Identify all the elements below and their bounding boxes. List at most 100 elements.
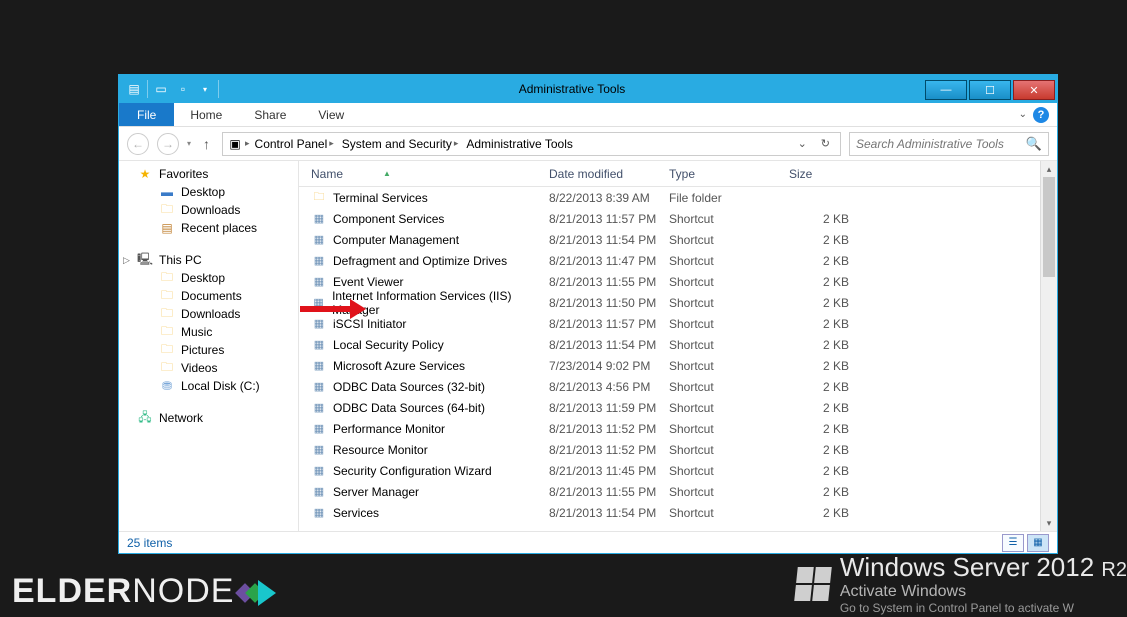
list-item[interactable]: ▦Internet Information Services (IIS) Man… [299,292,1057,313]
address-dropdown-icon[interactable]: ⌄ [792,137,813,150]
content-pane: Name▲ Date modified Type Size 🗀Terminal … [299,161,1057,531]
back-button[interactable]: ← [127,133,149,155]
list-item[interactable]: ▦Component Services8/21/2013 11:57 PMSho… [299,208,1057,229]
file-type: Shortcut [669,422,789,436]
breadcrumb[interactable]: Control Panel ▸ [252,137,337,151]
breadcrumb[interactable]: Administrative Tools [463,137,576,151]
sidebar-item-local-disk[interactable]: ⛃Local Disk (C:) [119,377,298,395]
scroll-down-icon[interactable]: ▾ [1041,515,1057,531]
column-size[interactable]: Size [789,167,859,181]
file-type: Shortcut [669,317,789,331]
tab-view[interactable]: View [302,103,360,126]
file-name: Event Viewer [333,275,403,289]
details-view-button[interactable]: ☰ [1002,534,1024,552]
search-box[interactable]: 🔍 [849,132,1049,156]
qat-dropdown-icon[interactable]: ▾ [196,80,214,98]
tree-caret-icon[interactable]: ▷ [123,255,130,266]
file-icon: ▦ [311,505,327,521]
file-size: 2 KB [789,338,859,352]
videos-icon: 🗀 [159,360,175,376]
ribbon-expand-icon[interactable]: ⌄ [1019,109,1027,120]
sidebar-item-downloads[interactable]: 🗀Downloads [119,305,298,323]
history-dropdown-icon[interactable]: ▾ [187,139,191,148]
file-icon: ▦ [311,232,327,248]
file-tab[interactable]: File [119,103,174,126]
properties-icon[interactable]: ▭ [152,80,170,98]
breadcrumb[interactable]: System and Security ▸ [339,137,462,151]
column-type[interactable]: Type [669,167,789,181]
list-item[interactable]: ▦Defragment and Optimize Drives8/21/2013… [299,250,1057,271]
tab-home[interactable]: Home [174,103,238,126]
file-date: 7/23/2014 9:02 PM [549,359,669,373]
list-item[interactable]: ▦Server Manager8/21/2013 11:55 PMShortcu… [299,481,1057,502]
eldernode-mark-icon [234,578,274,608]
sidebar-item-documents[interactable]: 🗀Documents [119,287,298,305]
list-item[interactable]: 🗀Terminal Services8/22/2013 8:39 AMFile … [299,187,1057,208]
file-icon: ▦ [311,295,326,311]
file-icon: ▦ [311,337,327,353]
file-size: 2 KB [789,422,859,436]
tab-share[interactable]: Share [238,103,302,126]
desktop-icon: ▬ [159,184,175,200]
file-size: 2 KB [789,296,859,310]
file-date: 8/22/2013 8:39 AM [549,191,669,205]
sidebar-item-music[interactable]: 🗀Music [119,323,298,341]
sidebar-item-recent[interactable]: ▤Recent places [119,219,298,237]
disk-icon: ⛃ [159,378,175,394]
scroll-up-icon[interactable]: ▴ [1041,161,1057,177]
crumb-sep-icon[interactable]: ▸ [245,138,250,149]
file-date: 8/21/2013 11:54 PM [549,338,669,352]
search-icon[interactable]: 🔍 [1026,136,1042,152]
list-item[interactable]: ▦ODBC Data Sources (32-bit)8/21/2013 4:5… [299,376,1057,397]
column-date[interactable]: Date modified [549,167,669,181]
list-item[interactable]: ▦Security Configuration Wizard8/21/2013 … [299,460,1057,481]
sidebar-this-pc[interactable]: ▷🖳This PC [119,251,298,269]
sidebar-item-desktop[interactable]: ▬Desktop [119,183,298,201]
sidebar-item-desktop[interactable]: 🗀Desktop [119,269,298,287]
file-name: Terminal Services [333,191,428,205]
file-type: Shortcut [669,338,789,352]
minimize-button[interactable]: — [925,80,967,100]
list-item[interactable]: ▦Computer Management8/21/2013 11:54 PMSh… [299,229,1057,250]
recent-icon: ▤ [159,220,175,236]
forward-button[interactable]: → [157,133,179,155]
list-item[interactable]: ▦ODBC Data Sources (64-bit)8/21/2013 11:… [299,397,1057,418]
icons-view-button[interactable]: ▦ [1027,534,1049,552]
sidebar-network[interactable]: 🖧Network [119,409,298,427]
pc-icon: 🖳 [137,252,153,268]
list-item[interactable]: ▦ Local Security Policy 8/21/2013 11:54 PM… [299,334,1057,355]
file-name: Microsoft Azure Services [333,359,465,373]
titlebar[interactable]: ▤ ▭ ▫ ▾ Administrative Tools — ☐ ✕ [119,75,1057,103]
address-bar[interactable]: ▣ ▸ Control Panel ▸ System and Security … [222,132,841,156]
location-icon: ▣ [227,136,243,152]
file-date: 8/21/2013 11:54 PM [549,233,669,247]
new-folder-icon[interactable]: ▫ [174,80,192,98]
list-item[interactable]: ▦Microsoft Azure Services7/23/2014 9:02 … [299,355,1057,376]
sidebar-item-downloads[interactable]: 🗀Downloads [119,201,298,219]
file-date: 8/21/2013 11:55 PM [549,275,669,289]
maximize-button[interactable]: ☐ [969,80,1011,100]
list-item[interactable]: ▦Resource Monitor8/21/2013 11:52 PMShort… [299,439,1057,460]
refresh-icon[interactable]: ↻ [815,137,836,150]
up-button[interactable]: ↑ [199,136,214,152]
file-date: 8/21/2013 11:55 PM [549,485,669,499]
column-name[interactable]: Name▲ [299,167,549,181]
list-item[interactable]: ▦Performance Monitor8/21/2013 11:52 PMSh… [299,418,1057,439]
music-icon: 🗀 [159,324,175,340]
close-button[interactable]: ✕ [1013,80,1055,100]
file-size: 2 KB [789,464,859,478]
scroll-thumb[interactable] [1043,177,1055,277]
list-item[interactable]: ▦iSCSI Initiator8/21/2013 11:57 PMShortc… [299,313,1057,334]
file-type: Shortcut [669,380,789,394]
file-icon: ▦ [311,316,327,332]
file-icon: ▦ [311,442,327,458]
file-name: Local Security Policy [333,338,444,352]
vertical-scrollbar[interactable]: ▴ ▾ [1040,161,1057,531]
help-icon[interactable]: ? [1033,107,1049,123]
search-input[interactable] [856,137,1026,151]
sidebar-favorites[interactable]: ★Favorites [119,165,298,183]
sidebar-item-videos[interactable]: 🗀Videos [119,359,298,377]
sort-indicator-icon: ▲ [383,169,391,178]
list-item[interactable]: ▦Services8/21/2013 11:54 PMShortcut2 KB [299,502,1057,523]
sidebar-item-pictures[interactable]: 🗀Pictures [119,341,298,359]
